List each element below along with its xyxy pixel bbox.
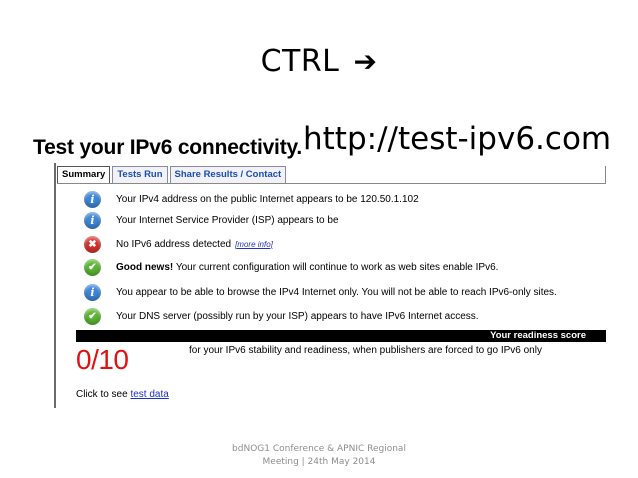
check-icon: ✔	[84, 258, 101, 276]
tab-tests-run[interactable]: Tests Run	[112, 166, 168, 183]
info-icon: i	[84, 211, 101, 229]
result-text: No IPv6 address detected	[116, 238, 232, 250]
site-heading: Test your IPv6 connectivity.	[33, 136, 303, 159]
tab-bar: Summary Tests Run Share Results / Contac…	[57, 166, 287, 183]
url-label: http://test-ipv6.com	[303, 121, 612, 157]
result-strong-text: Good news!	[116, 261, 174, 273]
result-text: You appear to be able to browse the IPv4…	[116, 286, 557, 298]
right-arrow-icon: ➔	[353, 45, 378, 78]
tab-bar-divider	[57, 183, 606, 184]
info-icon: i	[84, 190, 101, 208]
tab-share-results-contact[interactable]: Share Results / Contact	[169, 166, 287, 183]
more-info-link[interactable]: [more info]	[235, 240, 273, 249]
result-text: Your DNS server (possibly run by your IS…	[116, 310, 479, 322]
tab-summary[interactable]: Summary	[57, 166, 111, 183]
test-data-line: Click to see test data	[76, 389, 169, 400]
readiness-score-value: 0/10	[76, 344, 129, 375]
footer-line-1: bdNOG1 Conference & APNIC Regional	[232, 444, 406, 454]
slide-footer: bdNOG1 Conference & APNIC Regional Meeti…	[0, 443, 638, 469]
readiness-score-description: for your IPv6 stability and readiness, w…	[189, 345, 542, 356]
info-icon: i	[84, 283, 101, 301]
panel-right-border	[605, 166, 606, 184]
check-icon: ✔	[84, 307, 101, 325]
result-row-good-news: ✔ Good news! Your current configuration …	[84, 258, 498, 276]
readiness-score-label: Your readiness score	[490, 330, 586, 341]
test-data-prefix: Click to see	[76, 389, 131, 400]
screenshot-left-border	[54, 163, 56, 408]
result-text: Your IPv4 address on the public Internet…	[116, 193, 419, 205]
footer-line-2: Meeting | 24th May 2014	[262, 457, 376, 467]
test-data-link[interactable]: test data	[130, 389, 168, 400]
slide-title-text: CTRL	[260, 44, 340, 79]
result-text: Your Internet Service Provider (ISP) app…	[116, 214, 339, 226]
slide-title: CTRL ➔	[0, 44, 638, 79]
result-row-isp: i Your Internet Service Provider (ISP) a…	[84, 211, 339, 229]
result-row-dns: ✔ Your DNS server (possibly run by your …	[84, 307, 479, 325]
result-text: Good news! Your current configuration wi…	[116, 262, 498, 273]
error-icon: ✖	[84, 235, 101, 253]
result-row-ipv4-only: i You appear to be able to browse the IP…	[84, 283, 557, 301]
readiness-score-bar: Your readiness score	[76, 330, 606, 342]
result-row-no-ipv6: ✖ No IPv6 address detected [more info]	[84, 235, 273, 253]
result-row-ipv4-address: i Your IPv4 address on the public Intern…	[84, 190, 419, 208]
result-rest-text: Your current configuration will continue…	[173, 261, 499, 273]
